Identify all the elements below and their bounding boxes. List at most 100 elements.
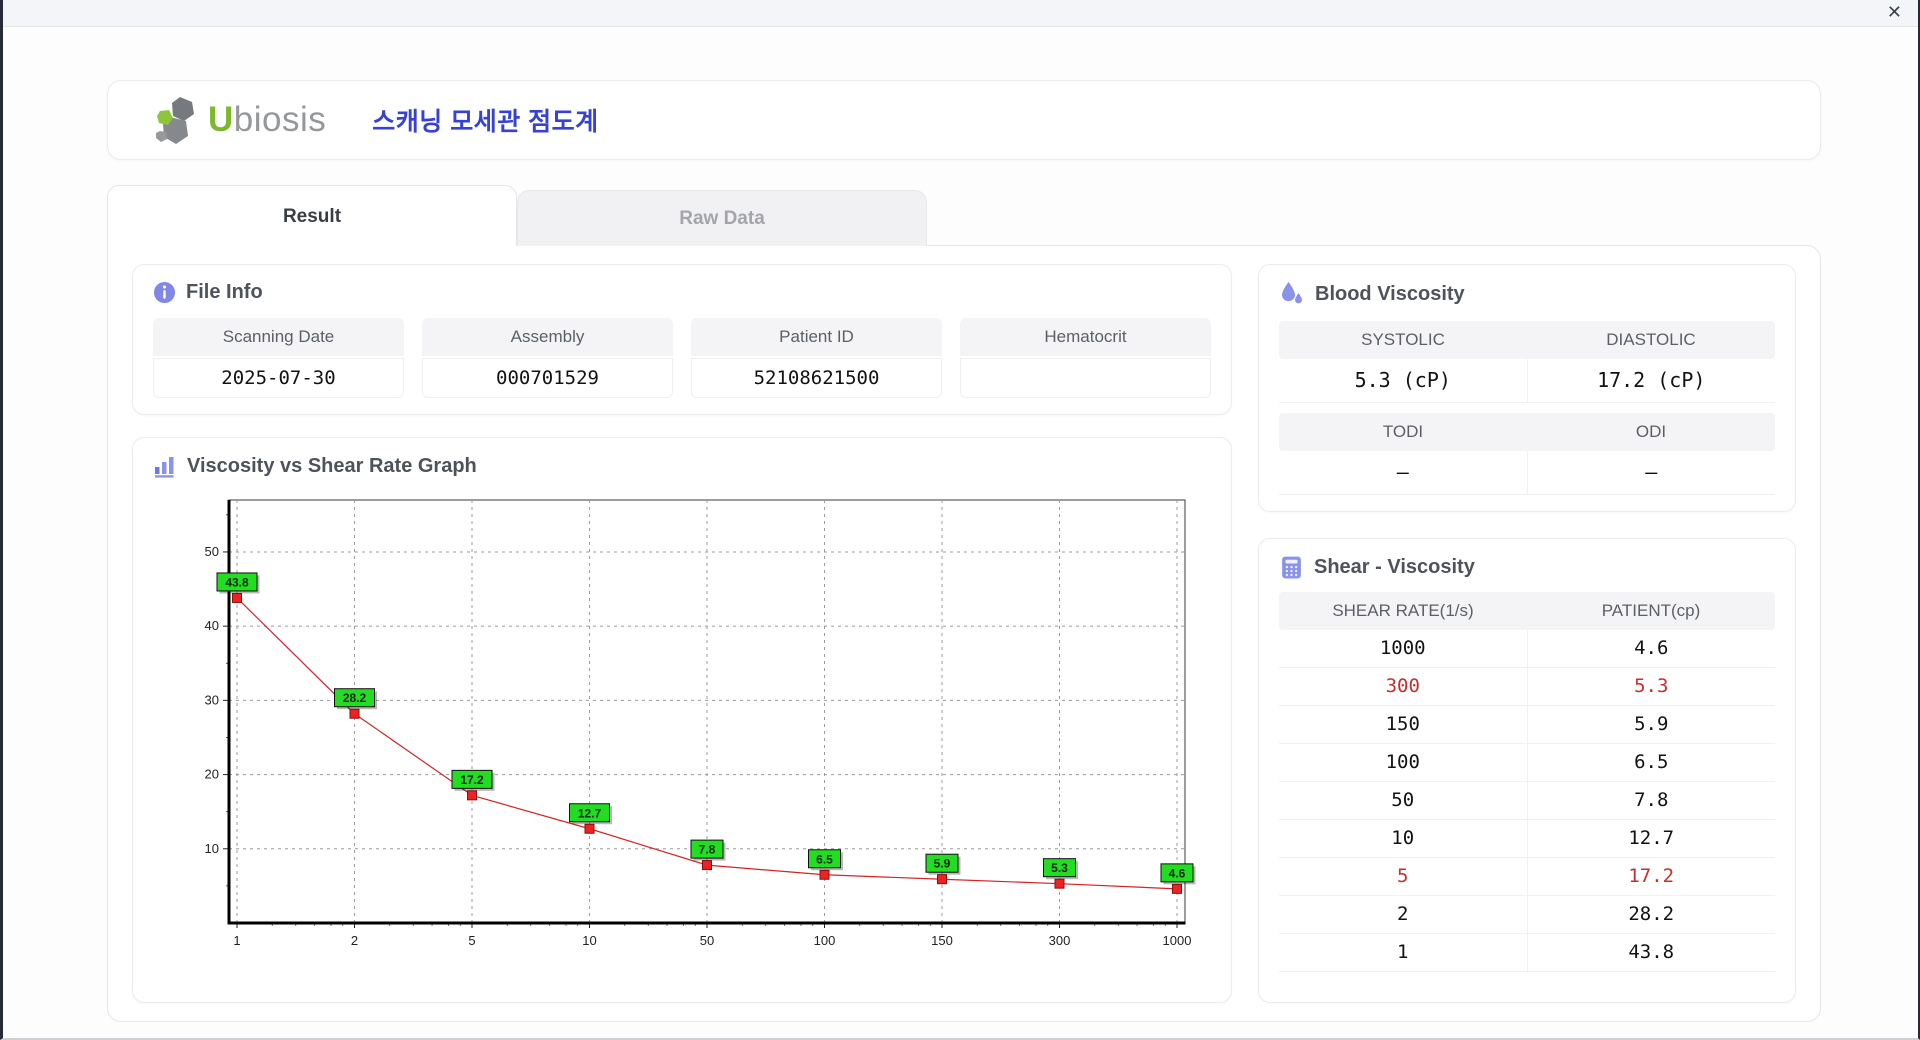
sv-shear-rate: 5 xyxy=(1397,865,1409,887)
logo-letter-u: U xyxy=(208,100,234,139)
bv-value-odi: – xyxy=(1526,451,1776,494)
svg-text:5.3: 5.3 xyxy=(1051,861,1068,875)
blood-viscosity-title-row: Blood Viscosity xyxy=(1279,281,1775,307)
field-value: 52108621500 xyxy=(691,358,942,398)
bv-value-diastolic: 17.2 (cP) xyxy=(1526,359,1776,402)
graph-title-row: Viscosity vs Shear Rate Graph xyxy=(153,454,1211,478)
svg-text:43.8: 43.8 xyxy=(225,575,249,589)
tab-raw-data[interactable]: Raw Data xyxy=(517,190,927,246)
window-titlebar: ✕ xyxy=(3,0,1918,27)
svg-text:10: 10 xyxy=(205,841,219,856)
blood-viscosity-panel: Blood Viscosity SYSTOLIC DIASTOLIC 5.3 (… xyxy=(1258,264,1796,512)
sv-patient: 17.2 xyxy=(1526,858,1776,895)
field-label: Assembly xyxy=(422,318,673,356)
bv-header-todi: TODI xyxy=(1382,422,1424,441)
table-row: 300 5.3 xyxy=(1279,668,1775,706)
bv-header-systolic: SYSTOLIC xyxy=(1361,330,1445,349)
sv-patient: 5.3 xyxy=(1526,668,1776,705)
svg-text:150: 150 xyxy=(931,933,953,948)
right-column: Blood Viscosity SYSTOLIC DIASTOLIC 5.3 (… xyxy=(1258,264,1796,1003)
bv-group-systolic-diastolic: SYSTOLIC DIASTOLIC 5.3 (cP) 17.2 (cP) xyxy=(1279,321,1775,403)
table-row: 2 28.2 xyxy=(1279,896,1775,934)
tab-result[interactable]: Result xyxy=(107,185,517,248)
file-info-panel: File Info Scanning Date 2025-07-30 Assem… xyxy=(132,264,1232,415)
bv-header-diastolic: DIASTOLIC xyxy=(1606,330,1696,349)
logo-wordmark: Ubiosis xyxy=(208,100,326,140)
sv-header-row: SHEAR RATE(1/s) PATIENT(cp) xyxy=(1279,592,1775,630)
svg-text:2: 2 xyxy=(351,933,358,948)
bv-value-todi: – xyxy=(1396,460,1409,484)
app-title: 스캐닝 모세관 점도계 xyxy=(372,108,599,136)
viscosity-shear-chart: 10 20 30 40 50 1 2 5 10 50 100 150 300 1000 43.8 28.2 17… xyxy=(205,499,1196,948)
field-label: Scanning Date xyxy=(153,318,404,356)
shear-viscosity-title: Shear - Viscosity xyxy=(1314,556,1475,578)
sv-shear-rate: 1 xyxy=(1397,941,1409,963)
svg-text:1: 1 xyxy=(233,933,240,948)
sv-shear-rate: 150 xyxy=(1385,713,1420,735)
sv-shear-rate: 50 xyxy=(1391,789,1415,811)
svg-text:4.6: 4.6 xyxy=(1169,866,1186,880)
table-row: 150 5.9 xyxy=(1279,706,1775,744)
viscosity-graph-panel: Viscosity vs Shear Rate Graph 10 20 30 40 50… xyxy=(132,437,1232,1003)
graph-title: Viscosity vs Shear Rate Graph xyxy=(187,454,477,477)
sv-shear-rate: 100 xyxy=(1385,751,1420,773)
app-window: ✕ Ubiosis 스캐닝 모세관 점도계 Result Raw Data Fi… xyxy=(0,0,1920,1040)
file-info-title-row: File Info xyxy=(153,281,1211,304)
bv-value-row: – – xyxy=(1279,451,1775,495)
svg-text:20: 20 xyxy=(205,767,219,782)
svg-text:17.2: 17.2 xyxy=(460,773,484,787)
field-hematocrit: Hematocrit xyxy=(960,318,1211,398)
bv-header-odi: ODI xyxy=(1635,422,1667,441)
field-assembly: Assembly 000701529 xyxy=(422,318,673,398)
sv-shear-rate: 1000 xyxy=(1379,637,1426,659)
shear-viscosity-panel: Shear - Viscosity SHEAR RATE(1/s) PATIEN… xyxy=(1258,538,1796,1003)
svg-text:5: 5 xyxy=(468,933,475,948)
file-info-title: File Info xyxy=(186,281,263,303)
droplets-icon xyxy=(1282,282,1302,304)
svg-text:28.2: 28.2 xyxy=(343,691,367,705)
svg-text:50: 50 xyxy=(205,544,219,559)
svg-text:50: 50 xyxy=(700,933,714,948)
svg-text:10: 10 xyxy=(582,933,596,948)
sv-patient: 7.8 xyxy=(1526,782,1776,819)
field-value: 2025-07-30 xyxy=(153,358,404,398)
chart-area: 10 20 30 40 50 1 2 5 10 50 100 150 300 1000 43.8 28.2 17… xyxy=(183,488,1211,968)
close-icon[interactable]: ✕ xyxy=(1887,4,1902,22)
sv-shear-rate: 300 xyxy=(1385,675,1420,697)
field-patient-id: Patient ID 52108621500 xyxy=(691,318,942,398)
info-icon xyxy=(153,281,176,304)
sv-patient: 6.5 xyxy=(1526,744,1776,781)
svg-text:1000: 1000 xyxy=(1163,933,1192,948)
svg-text:100: 100 xyxy=(814,933,836,948)
table-row: 50 7.8 xyxy=(1279,782,1775,820)
sv-patient: 12.7 xyxy=(1526,820,1776,857)
bv-header-row: TODI ODI xyxy=(1279,413,1775,451)
hexagon-logo-icon xyxy=(156,97,194,144)
sv-header-patient: PATIENT(cp) xyxy=(1601,601,1701,620)
file-info-fields: Scanning Date 2025-07-30 Assembly 000701… xyxy=(153,318,1211,398)
shear-viscosity-title-row: Shear - Viscosity xyxy=(1279,555,1775,580)
table-row: 100 6.5 xyxy=(1279,744,1775,782)
sv-patient: 43.8 xyxy=(1526,934,1776,971)
svg-text:40: 40 xyxy=(205,618,219,633)
field-label: Patient ID xyxy=(691,318,942,356)
blood-viscosity-table: SYSTOLIC DIASTOLIC 5.3 (cP) 17.2 (cP) TO… xyxy=(1279,321,1775,495)
sv-shear-rate: 2 xyxy=(1397,903,1409,925)
bv-group-todi-odi: TODI ODI – – xyxy=(1279,413,1775,495)
bv-value-systolic: 5.3 (cP) xyxy=(1354,368,1451,392)
bar-chart-icon xyxy=(155,457,174,478)
left-column: File Info Scanning Date 2025-07-30 Assem… xyxy=(132,264,1232,1003)
sv-patient: 5.9 xyxy=(1526,706,1776,743)
table-row: 1 43.8 xyxy=(1279,934,1775,972)
table-row: 5 17.2 xyxy=(1279,858,1775,896)
calculator-icon xyxy=(1282,556,1301,579)
blood-viscosity-title: Blood Viscosity xyxy=(1315,282,1465,305)
field-label: Hematocrit xyxy=(960,318,1211,356)
bv-header-row: SYSTOLIC DIASTOLIC xyxy=(1279,321,1775,359)
svg-text:5.9: 5.9 xyxy=(934,857,951,871)
shear-viscosity-table: SHEAR RATE(1/s) PATIENT(cp) 1000 4.6 300… xyxy=(1279,592,1775,972)
svg-text:300: 300 xyxy=(1049,933,1071,948)
field-value: 000701529 xyxy=(422,358,673,398)
svg-text:6.5: 6.5 xyxy=(816,852,833,866)
sv-shear-rate: 10 xyxy=(1391,827,1415,849)
